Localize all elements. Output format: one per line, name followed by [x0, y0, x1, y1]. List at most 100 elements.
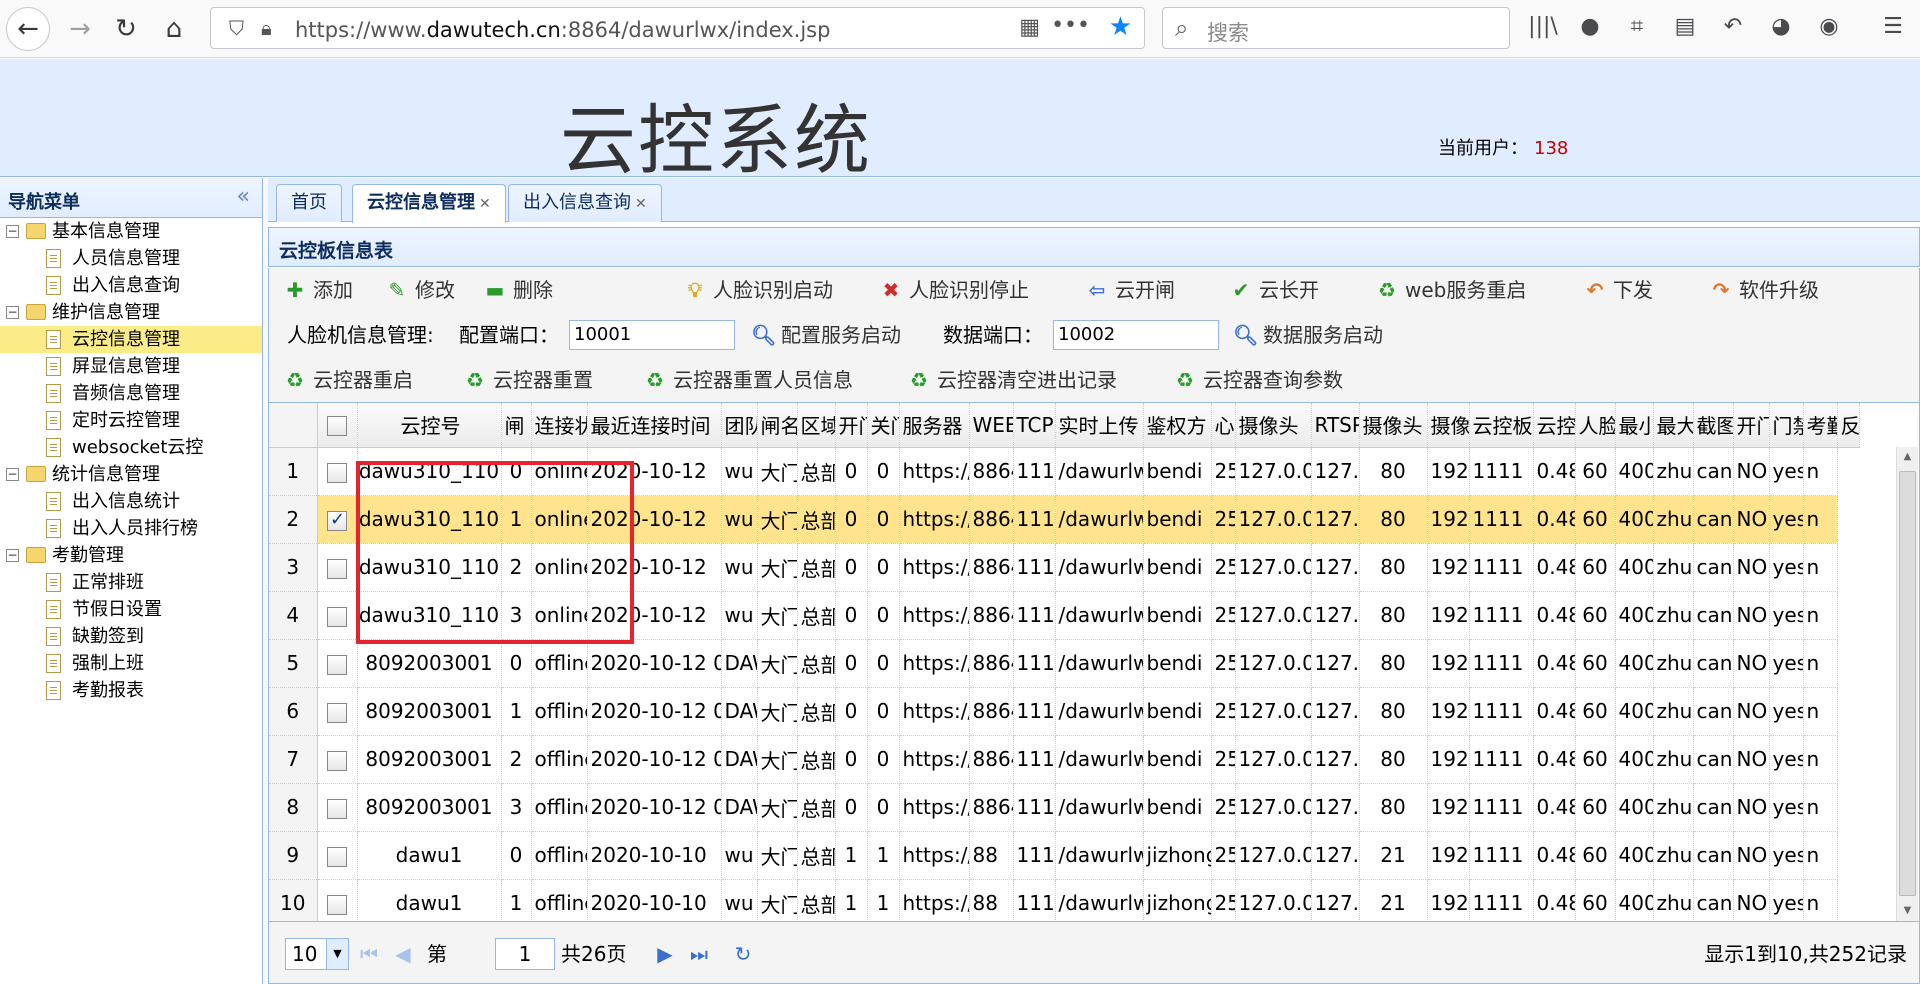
collapse-toggle-icon[interactable]: − [6, 468, 19, 481]
account-icon[interactable]: ◉ [1814, 14, 1844, 40]
column-header[interactable]: 实时上传 [1055, 403, 1144, 448]
table-row[interactable]: 4dawu310_1103online2020-10-12wu大门总部00htt… [269, 591, 1859, 640]
data-service-start-button[interactable]: 🔍︎ 数据服务启动 [1233, 320, 1383, 350]
sidebar-item[interactable]: 节假日设置 [0, 596, 262, 623]
next-page-icon[interactable]: ▶ [653, 940, 677, 968]
checkbox-icon[interactable] [327, 702, 347, 723]
column-header[interactable]: 关门 [867, 403, 900, 448]
sidebar-item[interactable]: 强制上班 [0, 650, 262, 677]
checkbox-icon[interactable] [327, 416, 347, 437]
web-restart-button[interactable]: ♻ web服务重启 [1375, 275, 1526, 305]
row-select[interactable] [317, 831, 358, 880]
column-header[interactable]: 最小 [1615, 403, 1654, 448]
tab-home[interactable]: 首页 [276, 184, 342, 222]
hold-open-button[interactable]: ✔ 云长开 [1229, 275, 1319, 305]
controller-clear-records-button[interactable]: ♻ 云控器清空进出记录 [907, 365, 1117, 395]
more-icon[interactable]: ••• [1051, 13, 1090, 38]
add-button[interactable]: ✚ 添加 [283, 275, 353, 305]
chat-icon[interactable]: ● [1575, 14, 1605, 40]
qr-code-icon[interactable]: ▦ [1019, 15, 1040, 40]
page-number-input[interactable]: 1 [495, 938, 555, 970]
crop-icon[interactable]: ⌗ [1622, 14, 1652, 40]
row-select[interactable] [317, 447, 358, 496]
bookmark-star-icon[interactable]: ★ [1109, 12, 1132, 42]
row-select[interactable] [317, 543, 358, 592]
close-icon[interactable]: ✕ [479, 196, 491, 212]
column-header[interactable]: 人脸 [1575, 403, 1616, 448]
first-page-icon[interactable]: ⏮ [357, 940, 381, 968]
config-service-start-button[interactable]: 🔍︎ 配置服务启动 [751, 320, 901, 350]
column-header[interactable]: 团队 [721, 403, 758, 448]
column-header[interactable]: 云控 [1533, 403, 1576, 448]
table-row[interactable]: 680920030011offline2020-10-12 0DAWU大门总部0… [269, 687, 1859, 736]
library-icon[interactable]: |||\ [1528, 14, 1558, 40]
sidebar-item[interactable]: websocket云控 [0, 434, 262, 461]
edit-button[interactable]: ✎ 修改 [385, 275, 455, 305]
collapse-toggle-icon[interactable]: − [6, 549, 19, 562]
table-row[interactable]: 1dawu310_1100online2020-10-12wu大门总部00htt… [269, 447, 1859, 496]
sidebar-item[interactable]: 人员信息管理 [0, 245, 262, 272]
select-all-checkbox[interactable] [317, 403, 358, 448]
table-row[interactable]: 9dawu10offline2020-10-10wu大门总部11https://… [269, 831, 1859, 880]
sidebar-item[interactable]: 云控信息管理 [0, 326, 262, 353]
controller-query-params-button[interactable]: ♻ 云控器查询参数 [1173, 365, 1343, 395]
sidebar-item[interactable]: 正常排班 [0, 569, 262, 596]
shield-icon[interactable]: ⛉ [229, 16, 244, 40]
checkbox-icon[interactable] [327, 606, 347, 627]
data-port-input[interactable]: 10002 [1053, 320, 1219, 350]
column-header[interactable]: 区域 [797, 403, 836, 448]
reload-icon[interactable]: ↻ [104, 7, 148, 51]
checkbox-icon[interactable] [327, 798, 347, 819]
row-select[interactable] [317, 735, 358, 784]
reader-icon[interactable]: ▤ [1670, 14, 1700, 40]
table-row[interactable]: 3dawu310_1102online2020-10-12wu大门总部00htt… [269, 543, 1859, 592]
vertical-scrollbar[interactable]: ▲ ▼ [1896, 447, 1918, 921]
lock-icon[interactable]: 🔒︎ [261, 16, 272, 40]
column-header[interactable]: 门禁 [1769, 403, 1804, 448]
column-header[interactable]: 云控板 [1469, 403, 1534, 448]
sidebar-item[interactable]: 出入信息查询 [0, 272, 262, 299]
controller-restart-button[interactable]: ♻ 云控器重启 [283, 365, 413, 395]
checkbox-icon[interactable] [327, 846, 347, 867]
column-header[interactable]: 最近连接时间 [587, 403, 722, 448]
menu-icon[interactable]: ☰ [1878, 14, 1908, 40]
table-row[interactable]: 880920030013offline2020-10-12 0DAWU大门总部0… [269, 783, 1859, 832]
column-header[interactable]: 闸名 [757, 403, 798, 448]
sidebar-group[interactable]: − 维护信息管理 [0, 299, 262, 326]
column-header[interactable]: 开门 [835, 403, 868, 448]
sidebar-item[interactable]: 屏显信息管理 [0, 353, 262, 380]
column-header[interactable]: 连接状 [531, 403, 588, 448]
home-icon[interactable]: ⌂ [152, 7, 196, 51]
controller-reset-button[interactable]: ♻ 云控器重置 [463, 365, 593, 395]
column-header[interactable]: 摄像 [1427, 403, 1470, 448]
dispatch-button[interactable]: ↶ 下发 [1583, 275, 1653, 305]
refresh-icon[interactable]: ↻ [731, 940, 755, 968]
last-page-icon[interactable]: ⏭ [687, 940, 711, 968]
open-gate-button[interactable]: ⇦ 云开闸 [1085, 275, 1175, 305]
column-header[interactable]: 闸 [501, 403, 532, 448]
column-header[interactable]: 摄像头 [1235, 403, 1312, 448]
extension-icon[interactable]: ◕ [1766, 14, 1796, 40]
sidebar-group[interactable]: − 考勤管理 [0, 542, 262, 569]
sidebar-item[interactable]: 缺勤签到 [0, 623, 262, 650]
row-select[interactable] [317, 639, 358, 688]
collapse-toggle-icon[interactable]: − [6, 306, 19, 319]
url-text[interactable]: https://www.dawutech.cn:8864/dawurlwx/in… [295, 18, 830, 42]
url-bar[interactable]: ⛉ 🔒︎ https://www.dawutech.cn:8864/dawurl… [210, 7, 1145, 49]
column-header[interactable]: 开门 [1733, 403, 1770, 448]
delete-button[interactable]: ▬ 删除 [483, 275, 553, 305]
checkbox-icon[interactable] [327, 509, 347, 531]
sidebar-item[interactable]: 出入人员排行榜 [0, 515, 262, 542]
collapse-toggle-icon[interactable]: − [6, 225, 19, 238]
sidebar-item[interactable]: 出入信息统计 [0, 488, 262, 515]
column-header[interactable]: 截图 [1693, 403, 1734, 448]
prev-page-icon[interactable]: ◀ [391, 940, 415, 968]
column-header[interactable]: 服务器 [899, 403, 970, 448]
column-header[interactable]: 鉴权方 [1143, 403, 1212, 448]
row-select[interactable] [317, 591, 358, 640]
config-port-input[interactable]: 10001 [569, 320, 735, 350]
column-header[interactable]: 反 [1837, 403, 1860, 448]
sidebar-item[interactable]: 定时云控管理 [0, 407, 262, 434]
checkbox-icon[interactable] [327, 654, 347, 675]
sidebar-item[interactable]: 考勤报表 [0, 677, 262, 704]
